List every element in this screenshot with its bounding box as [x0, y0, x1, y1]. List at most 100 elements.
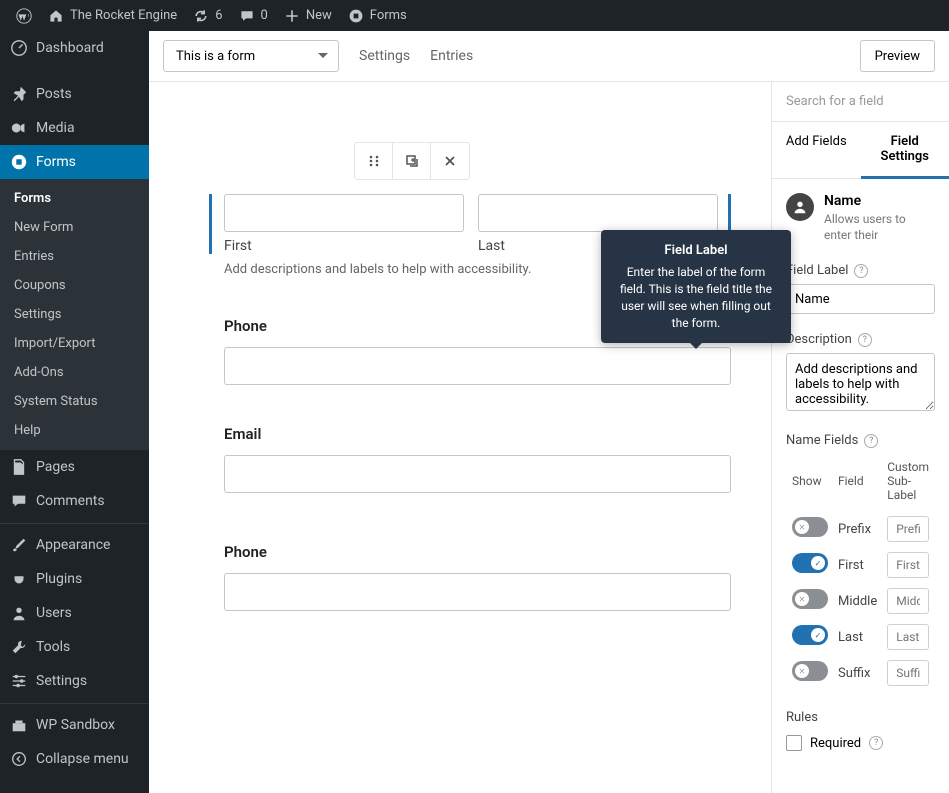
admin-sidebar: Dashboard Posts Media Forms Forms New Fo…	[0, 31, 149, 793]
description-textarea[interactable]	[786, 353, 935, 411]
editor-topbar: This is a form Settings Entries Preview	[149, 31, 949, 82]
submenu-forms[interactable]: Forms	[0, 184, 149, 213]
field-label-input[interactable]	[786, 284, 935, 314]
first-label: First	[224, 238, 464, 254]
email-input[interactable]	[224, 455, 731, 493]
plug-icon	[10, 570, 28, 588]
sublabel-last[interactable]	[887, 624, 929, 650]
menu-label: Tools	[36, 639, 70, 655]
menu-dashboard[interactable]: Dashboard	[0, 31, 149, 65]
submenu-coupons[interactable]: Coupons	[0, 271, 149, 300]
field-label-label: Field Label	[786, 263, 848, 278]
sublabel-first[interactable]	[887, 552, 929, 578]
menu-pages[interactable]: Pages	[0, 450, 149, 484]
submenu-system-status[interactable]: System Status	[0, 387, 149, 416]
sublabel-prefix[interactable]	[887, 516, 929, 542]
forms-submenu: Forms New Form Entries Coupons Settings …	[0, 179, 149, 450]
form-canvas: First Last Add descriptions and labels t…	[149, 82, 771, 793]
toggle-first[interactable]	[792, 553, 828, 573]
toggle-last[interactable]	[792, 625, 828, 645]
help-icon[interactable]: ?	[858, 333, 872, 347]
submenu-import-export[interactable]: Import/Export	[0, 329, 149, 358]
menu-collapse[interactable]: Collapse menu	[0, 742, 149, 776]
row-label: Last	[834, 620, 881, 654]
field-type-name: Name	[824, 193, 935, 209]
forms-icon	[10, 153, 28, 171]
wrench-icon	[10, 638, 28, 656]
submenu-help[interactable]: Help	[0, 416, 149, 445]
user-icon	[10, 604, 28, 622]
required-label: Required	[810, 736, 861, 751]
entries-link[interactable]: Entries	[430, 48, 473, 64]
help-icon[interactable]: ?	[854, 264, 868, 278]
field-toolbar	[354, 142, 470, 180]
duplicate-button[interactable]	[393, 143, 431, 179]
menu-tools[interactable]: Tools	[0, 630, 149, 664]
new-link[interactable]: New	[276, 0, 340, 31]
submenu-entries[interactable]: Entries	[0, 242, 149, 271]
phone-input-2[interactable]	[224, 573, 731, 611]
updates-link[interactable]: 6	[185, 0, 230, 31]
search-input[interactable]	[772, 82, 949, 121]
name-fields-table: Show Field Custom Sub-Label Prefix First…	[786, 454, 935, 692]
row-label: Prefix	[834, 512, 881, 546]
site-title: The Rocket Engine	[70, 8, 177, 23]
sliders-icon	[10, 672, 28, 690]
menu-settings[interactable]: Settings	[0, 664, 149, 698]
field-type-desc: Allows users to enter their	[824, 212, 935, 243]
menu-comments[interactable]: Comments	[0, 484, 149, 518]
forms-link[interactable]: Forms	[340, 0, 415, 31]
brush-icon	[10, 536, 28, 554]
updates-count: 6	[215, 8, 222, 23]
comments-link[interactable]: 0	[231, 0, 276, 31]
field-label-tooltip: Field Label Enter the label of the form …	[601, 230, 791, 343]
toggle-suffix[interactable]	[792, 661, 828, 681]
menu-label: Comments	[36, 493, 105, 509]
submenu-settings[interactable]: Settings	[0, 300, 149, 329]
preview-button[interactable]: Preview	[860, 40, 935, 72]
menu-label: Plugins	[36, 571, 82, 587]
dashboard-icon	[10, 39, 28, 57]
menu-label: Collapse menu	[36, 751, 129, 767]
description-label: Description	[786, 332, 852, 347]
phone-field-2[interactable]: Phone	[209, 543, 731, 611]
sublabel-middle[interactable]	[887, 588, 929, 614]
col-field: Field	[834, 456, 881, 510]
name-fields-label: Name Fields	[786, 433, 858, 448]
settings-link[interactable]: Settings	[359, 48, 410, 64]
help-icon[interactable]: ?	[869, 736, 883, 750]
site-link[interactable]: The Rocket Engine	[40, 0, 185, 31]
email-field[interactable]: Email	[209, 425, 731, 493]
first-name-input[interactable]	[224, 194, 464, 232]
form-selector[interactable]: This is a form	[163, 40, 339, 72]
menu-label: Dashboard	[36, 40, 104, 56]
sublabel-suffix[interactable]	[887, 660, 929, 686]
toggle-middle[interactable]	[792, 589, 828, 609]
submenu-new-form[interactable]: New Form	[0, 213, 149, 242]
main: This is a form Settings Entries Preview …	[149, 31, 949, 793]
menu-plugins[interactable]: Plugins	[0, 562, 149, 596]
menu-forms[interactable]: Forms	[0, 145, 149, 179]
tooltip-body: Enter the label of the form field. This …	[617, 264, 775, 331]
tab-add-fields[interactable]: Add Fields	[772, 122, 861, 178]
submenu-add-ons[interactable]: Add-Ons	[0, 358, 149, 387]
menu-posts[interactable]: Posts	[0, 77, 149, 111]
menu-appearance[interactable]: Appearance	[0, 528, 149, 562]
phone-input[interactable]	[224, 347, 731, 385]
new-label: New	[306, 8, 332, 23]
plus-icon	[284, 8, 300, 24]
menu-label: Posts	[36, 86, 72, 102]
required-checkbox[interactable]	[786, 735, 802, 751]
drag-handle[interactable]	[355, 143, 393, 179]
toggle-prefix[interactable]	[792, 517, 828, 537]
menu-media[interactable]: Media	[0, 111, 149, 145]
menu-users[interactable]: Users	[0, 596, 149, 630]
row-label: Suffix	[834, 656, 881, 690]
tab-field-settings[interactable]: Field Settings	[861, 122, 949, 179]
menu-wp-sandbox[interactable]: WP Sandbox	[0, 708, 149, 742]
last-name-input[interactable]	[478, 194, 718, 232]
delete-button[interactable]	[431, 143, 469, 179]
help-icon[interactable]: ?	[864, 434, 878, 448]
wp-logo[interactable]	[8, 0, 40, 31]
rules-title: Rules	[786, 710, 935, 725]
